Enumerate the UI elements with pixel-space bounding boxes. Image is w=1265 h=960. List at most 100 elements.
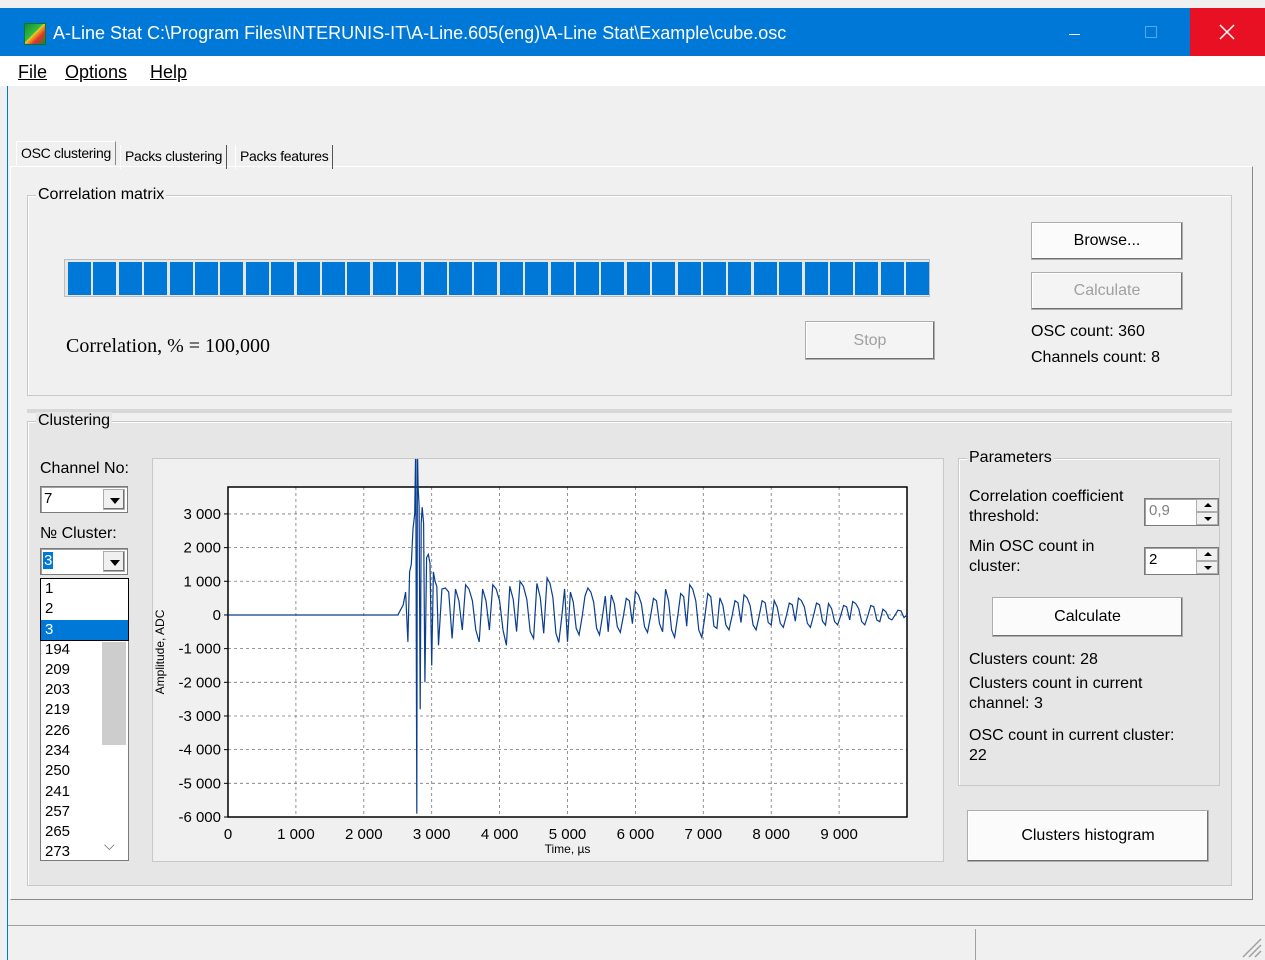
progress-segment	[296, 262, 320, 295]
progress-segment	[652, 262, 676, 295]
x-tick-label: 7 000	[685, 826, 723, 843]
cluster-select[interactable]: 3	[40, 548, 128, 575]
dropdown-option[interactable]: 1	[41, 579, 128, 599]
menu-options-label: Options	[65, 62, 128, 82]
y-tick-label: -6 000	[178, 809, 221, 826]
listbox-scrollbar-thumb[interactable]	[102, 642, 126, 745]
progress-bar	[64, 259, 930, 297]
clusters-count: Clusters count: 28	[969, 651, 1098, 668]
list-item[interactable]: 257	[41, 802, 128, 822]
x-tick-label: 3 000	[413, 826, 451, 843]
x-tick-label: 1 000	[277, 826, 315, 843]
scroll-down-icon[interactable]: ⌵	[104, 837, 115, 854]
dropdown-option-selected[interactable]: 3	[41, 620, 128, 640]
tab-osc-clustering[interactable]: OSC clustering	[16, 141, 116, 165]
stop-button[interactable]: Stop	[805, 321, 935, 360]
minimize-button[interactable]	[1051, 16, 1097, 48]
channel-select[interactable]: 7	[40, 486, 128, 513]
progress-segment	[880, 262, 904, 295]
calculate-correlation-button[interactable]: Calculate	[1031, 272, 1183, 310]
progress-segment	[525, 262, 549, 295]
spin-up-icon[interactable]	[1196, 548, 1218, 561]
progress-segment	[728, 262, 752, 295]
progress-segment	[220, 262, 244, 295]
list-item[interactable]: 241	[41, 782, 128, 802]
list-item[interactable]: 250	[41, 761, 128, 781]
x-tick-label: 2 000	[345, 826, 383, 843]
progress-segment	[322, 262, 345, 295]
status-divider	[975, 929, 976, 960]
x-tick-label: 9 000	[820, 826, 858, 843]
progress-segment	[93, 262, 117, 295]
y-tick-label: 1 000	[183, 573, 221, 590]
maximize-button[interactable]	[1128, 16, 1174, 48]
clustering-label: Clustering	[36, 412, 113, 430]
menu-help-label: Help	[150, 62, 188, 82]
progress-segment	[703, 262, 726, 295]
resize-grip-icon[interactable]	[1237, 933, 1262, 958]
dropdown-option[interactable]: 2	[41, 599, 128, 619]
y-tick-label: -1 000	[178, 641, 221, 658]
chart-svg: 0 1 000 2 000 3 000 4 000 5 000 6 000 7 000 8 00…	[153, 459, 908, 856]
progress-segment	[271, 262, 295, 295]
spin-down-icon[interactable]	[1196, 561, 1218, 574]
x-tick-label: 6 000	[617, 826, 655, 843]
progress-segment	[499, 262, 523, 295]
x-tick-label: 5 000	[549, 826, 587, 843]
progress-segment	[779, 262, 803, 295]
corr-threshold-label: Correlation coefficient threshold:	[969, 488, 1124, 525]
tab-packs-features[interactable]: Packs features	[235, 145, 334, 169]
progress-segment	[169, 262, 193, 295]
close-button[interactable]	[1190, 8, 1265, 56]
corr-threshold-spinner[interactable]: 0,9	[1144, 498, 1219, 526]
spin-up-icon[interactable]	[1196, 499, 1218, 512]
osc-count-current-cluster: OSC count in current cluster: 22	[969, 727, 1175, 764]
menu-options[interactable]: Options	[65, 62, 127, 83]
progress-segment	[830, 262, 853, 295]
progress-segment	[347, 262, 371, 295]
progress-segment	[906, 262, 930, 295]
x-axis-label: Time, µs	[545, 842, 591, 856]
progress-segment	[474, 262, 498, 295]
clusters-current-channel: Clusters count in current channel: 3	[969, 675, 1143, 712]
progress-segment	[245, 262, 269, 295]
progress-segment	[804, 262, 828, 295]
x-tick-label: 0	[224, 826, 232, 843]
cluster-value: 3	[43, 552, 54, 569]
y-tick-label: -4 000	[178, 742, 221, 759]
calculate-clustering-button[interactable]: Calculate	[992, 597, 1183, 637]
progress-segment	[576, 262, 599, 295]
tab-packs-clustering[interactable]: Packs clustering	[120, 145, 228, 169]
progress-segment	[398, 262, 422, 295]
window-title: A-Line Stat C:\Program Files\INTERUNIS-I…	[53, 23, 787, 43]
y-tick-label: -2 000	[178, 674, 221, 691]
progress-segment	[550, 262, 574, 295]
menu-help[interactable]: Help	[150, 62, 187, 83]
y-tick-label: -5 000	[178, 775, 221, 792]
progress-segment	[195, 262, 218, 295]
progress-segment	[677, 262, 701, 295]
x-tick-label: 8 000	[752, 826, 790, 843]
clustering-separator	[27, 409, 1232, 413]
osc-count: OSC count: 360	[1031, 323, 1145, 340]
progress-segment	[118, 262, 142, 295]
spin-down-icon[interactable]	[1196, 512, 1218, 525]
browse-button[interactable]: Browse...	[1031, 222, 1183, 260]
menu-file[interactable]: File	[18, 62, 47, 83]
clusters-histogram-button[interactable]: Clusters histogram	[967, 810, 1209, 862]
title-bar[interactable]: A-Line Stat C:\Program Files\INTERUNIS-I…	[0, 8, 1265, 56]
cluster-dropdown[interactable]: 1 2 3	[40, 578, 129, 641]
window-border	[7, 8, 8, 960]
status-bar	[8, 925, 1265, 960]
min-osc-spinner[interactable]: 2	[1144, 547, 1219, 575]
progress-segment	[144, 262, 168, 295]
app-icon	[24, 23, 46, 45]
menu-bar: File Options Help	[0, 56, 1265, 86]
progress-segment	[68, 262, 91, 295]
min-osc-label: Min OSC count in cluster:	[969, 538, 1095, 575]
chevron-down-icon[interactable]	[103, 489, 125, 510]
corr-threshold-value: 0,9	[1149, 502, 1170, 519]
chevron-down-icon[interactable]	[103, 551, 125, 572]
progress-segment	[855, 262, 879, 295]
x-tick-label: 4 000	[481, 826, 519, 843]
